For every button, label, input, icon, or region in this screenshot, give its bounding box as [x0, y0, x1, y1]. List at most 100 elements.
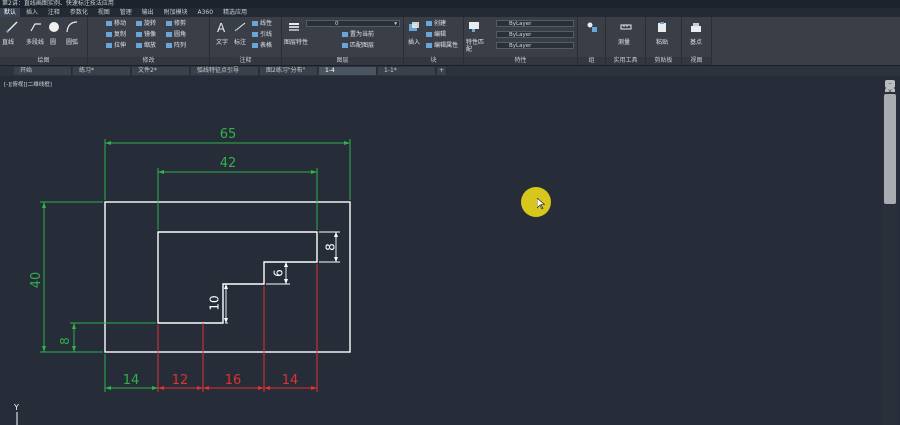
layers-panel-label[interactable]: 图层	[282, 57, 403, 65]
layer-properties-button[interactable]: 图层特性	[284, 39, 308, 47]
block-panel: 插入 创建 编辑 编辑属性 块	[404, 17, 464, 65]
polyline-icon[interactable]	[30, 21, 42, 33]
new-tab-button[interactable]: +	[437, 67, 447, 75]
group-icon[interactable]	[586, 21, 598, 33]
window-title: 第2讲：直线画图实例、快速标注技法应用	[0, 0, 900, 8]
insert-block-icon[interactable]	[408, 21, 420, 33]
mirror-label: 镜像	[144, 31, 157, 38]
measure-button[interactable]: 测量	[618, 39, 630, 47]
utilities-panel-label[interactable]: 实用工具	[606, 57, 645, 65]
linear-button[interactable]: 线性	[252, 20, 272, 28]
dim-overall-height: 40	[29, 272, 44, 289]
file-tab-file2[interactable]: 文件2*	[132, 67, 190, 75]
rotate-button[interactable]: 旋转	[136, 20, 156, 28]
file-tab-start[interactable]: 开始	[14, 67, 72, 75]
view-panel-label[interactable]: 视图	[682, 57, 711, 65]
paste-button[interactable]: 粘贴	[656, 39, 668, 47]
arc-button[interactable]: 圆弧	[66, 39, 78, 47]
linear-label: 线性	[260, 20, 273, 27]
file-tab-figure2[interactable]: 图2练习"分布"	[260, 67, 318, 75]
move-button[interactable]: 移动	[106, 20, 126, 28]
leader-button[interactable]: 引线	[252, 31, 272, 39]
block-panel-label[interactable]: 块	[404, 57, 463, 65]
dimension-icon[interactable]	[234, 21, 246, 33]
copy-icon	[106, 32, 112, 37]
modify-panel-label[interactable]: 修改	[88, 57, 209, 65]
layer-dropdown[interactable]: 0 ▾	[306, 20, 400, 27]
create-block-button[interactable]: 创建	[426, 20, 446, 28]
base-point-button[interactable]: 基点	[690, 39, 702, 47]
cursor-highlight	[521, 187, 551, 217]
circle-button[interactable]: 圆	[50, 39, 56, 47]
navigation-bar-tools[interactable]	[884, 94, 896, 204]
text-icon[interactable]: A	[216, 21, 228, 33]
base-point-icon[interactable]	[690, 21, 702, 33]
insert-button[interactable]: 插入	[408, 39, 420, 47]
ribbon-tab-default[interactable]: 默认	[0, 8, 21, 17]
text-button[interactable]: 文字	[216, 39, 228, 47]
set-current-button[interactable]: 置为当前	[342, 31, 374, 39]
trim-button[interactable]: 修剪	[166, 20, 186, 28]
ribbon-tab-insert[interactable]: 插入	[22, 8, 42, 17]
ribbon-tab-parametric[interactable]: 参数化	[66, 8, 92, 17]
file-tab-1-1[interactable]: 1-1*	[378, 67, 436, 75]
ribbon-tab-bar: 默认 插入 注释 参数化 视图 管理 输出 附加模块 A360 精选应用	[0, 8, 900, 17]
file-tab-arc-features[interactable]: 弧线特征点引导	[191, 67, 259, 75]
clipboard-panel-label[interactable]: 剪贴板	[646, 57, 681, 65]
properties-panel: 特性匹配 ByLayer ByLayer ByLayer 特性	[464, 17, 578, 65]
edit-block-icon	[426, 32, 432, 37]
ucs-icon: Y	[13, 403, 19, 425]
layer-dropdown-value: 0	[335, 21, 339, 27]
array-button[interactable]: 阵列	[166, 42, 186, 50]
linetype-dropdown[interactable]: ByLayer	[496, 31, 574, 38]
measure-icon[interactable]	[620, 21, 632, 33]
arc-icon[interactable]	[66, 21, 78, 33]
match-layer-button[interactable]: 匹配图层	[342, 42, 374, 50]
scale-button[interactable]: 缩放	[136, 42, 156, 50]
group-panel-label[interactable]: 组	[578, 57, 605, 65]
copy-button[interactable]: 复制	[106, 31, 126, 39]
circle-icon[interactable]	[48, 21, 60, 33]
color-value: ByLayer	[509, 21, 532, 27]
edit-block-button[interactable]: 编辑	[426, 31, 446, 39]
file-tab-1-4[interactable]: 1-4	[319, 67, 377, 75]
ribbon-tab-addins[interactable]: 附加模块	[160, 8, 192, 17]
ribbon-tab-view[interactable]: 视图	[94, 8, 114, 17]
mouse-cursor-icon	[537, 198, 545, 210]
line-button[interactable]: 直线	[2, 39, 14, 47]
ribbon-tab-output[interactable]: 输出	[138, 8, 158, 17]
match-properties-button[interactable]: 特性匹配	[466, 39, 486, 53]
paste-icon[interactable]	[656, 21, 668, 33]
lineweight-dropdown[interactable]: ByLayer	[496, 42, 574, 49]
dim-overall-width: 65	[220, 127, 237, 142]
dim-bottom-2: 12	[172, 373, 189, 388]
color-dropdown[interactable]: ByLayer	[496, 20, 574, 27]
ribbon-tab-a360[interactable]: A360	[194, 8, 218, 17]
ribbon-tab-featured[interactable]: 精选应用	[219, 8, 251, 17]
line-icon[interactable]	[6, 21, 18, 33]
view-panel: 基点 视图	[682, 17, 712, 65]
mirror-button[interactable]: 镜像	[136, 31, 156, 39]
table-button[interactable]: 表格	[252, 42, 272, 50]
properties-panel-label[interactable]: 特性	[464, 57, 577, 65]
draw-panel-label[interactable]: 绘图	[0, 57, 87, 65]
svg-text:A: A	[217, 21, 226, 33]
ribbon-tab-annotate[interactable]: 注释	[44, 8, 64, 17]
polyline-button[interactable]: 多段线	[26, 39, 44, 47]
file-tab-practice[interactable]: 练习*	[73, 67, 131, 75]
fillet-button[interactable]: 圆角	[166, 31, 186, 39]
annotation-panel: A 文字 标注 线性 引线 表格 注释	[210, 17, 282, 65]
edit-attributes-button[interactable]: 编辑属性	[426, 42, 458, 50]
drawing-canvas[interactable]: 65 42 40 8 14 8 6 10 12 16 14 Y	[0, 78, 900, 425]
stretch-icon	[106, 43, 112, 48]
viewcube-minimize-icon[interactable]: –	[885, 80, 895, 88]
stretch-button[interactable]: 拉伸	[106, 42, 126, 50]
match-properties-icon[interactable]	[468, 21, 480, 33]
annotation-panel-label[interactable]: 注释	[210, 57, 281, 65]
dimension-button[interactable]: 标注	[234, 39, 246, 47]
group-panel: 组	[578, 17, 606, 65]
ribbon-tab-manage[interactable]: 管理	[116, 8, 136, 17]
dim-bottom-1: 14	[123, 373, 140, 388]
table-icon	[252, 43, 258, 48]
layer-properties-icon[interactable]	[288, 21, 300, 33]
